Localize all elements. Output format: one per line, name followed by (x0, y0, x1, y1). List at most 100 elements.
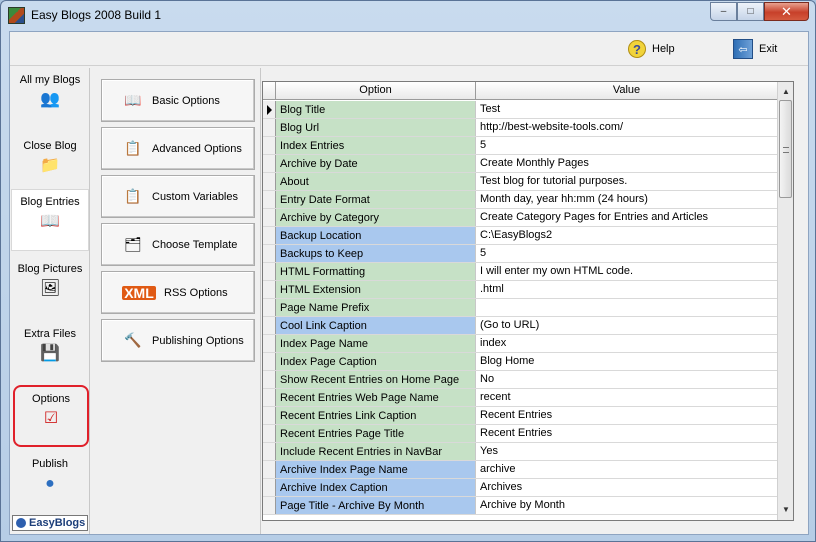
option-cell[interactable]: Include Recent Entries in NavBar (276, 443, 476, 460)
scroll-thumb[interactable] (779, 100, 792, 198)
maximize-button[interactable]: □ (737, 2, 764, 21)
row-indicator[interactable] (263, 119, 276, 136)
basic-options-button[interactable]: 📖 Basic Options (101, 79, 255, 122)
row-indicator[interactable] (263, 353, 276, 370)
table-row[interactable]: Index Page Name index (263, 335, 777, 353)
value-cell[interactable]: Test blog for tutorial purposes. (476, 173, 777, 190)
row-indicator[interactable] (263, 173, 276, 190)
option-cell[interactable]: About (276, 173, 476, 190)
close-button[interactable]: ✕ (764, 2, 809, 21)
option-cell[interactable]: Index Page Caption (276, 353, 476, 370)
table-row[interactable]: Blog Title Test (263, 101, 777, 119)
row-indicator[interactable] (263, 461, 276, 478)
row-indicator[interactable] (263, 281, 276, 298)
row-indicator[interactable] (263, 335, 276, 352)
custom-variables-button[interactable]: 📋 Custom Variables (101, 175, 255, 218)
option-cell[interactable]: Recent Entries Link Caption (276, 407, 476, 424)
row-indicator[interactable] (263, 227, 276, 244)
row-indicator[interactable] (263, 479, 276, 496)
option-cell[interactable]: Cool Link Caption (276, 317, 476, 334)
option-cell[interactable]: Blog Url (276, 119, 476, 136)
table-row[interactable]: Archive Index Caption Archives (263, 479, 777, 497)
row-indicator[interactable] (263, 299, 276, 316)
value-cell[interactable]: I will enter my own HTML code. (476, 263, 777, 280)
value-cell[interactable]: Archive by Month (476, 497, 777, 514)
row-indicator[interactable] (263, 137, 276, 154)
sidebar-item-blog-pictures[interactable]: Blog Pictures 🖼 (11, 257, 89, 319)
table-row[interactable]: Backup Location C:\EasyBlogs2 (263, 227, 777, 245)
value-cell[interactable]: Create Category Pages for Entries and Ar… (476, 209, 777, 226)
table-row[interactable]: Include Recent Entries in NavBar Yes (263, 443, 777, 461)
option-cell[interactable]: Archive Index Caption (276, 479, 476, 496)
sidebar-item-blog-entries[interactable]: Blog Entries 📖 (11, 189, 89, 251)
rss-options-button[interactable]: XML RSS Options (101, 271, 255, 314)
option-cell[interactable]: Archive by Category (276, 209, 476, 226)
choose-template-button[interactable]: 🗂 Choose Template (101, 223, 255, 266)
sidebar-item-options[interactable]: Options ☑ (13, 385, 89, 447)
minimize-button[interactable]: – (710, 2, 737, 21)
value-cell[interactable]: Archives (476, 479, 777, 496)
option-cell[interactable]: Index Entries (276, 137, 476, 154)
sidebar-item-close-blog[interactable]: Close Blog 📁 (11, 134, 89, 196)
option-cell[interactable]: Show Recent Entries on Home Page (276, 371, 476, 388)
table-row[interactable]: HTML Extension .html (263, 281, 777, 299)
option-cell[interactable]: Entry Date Format (276, 191, 476, 208)
table-row[interactable]: Show Recent Entries on Home Page No (263, 371, 777, 389)
table-row[interactable]: Recent Entries Link Caption Recent Entrie… (263, 407, 777, 425)
option-cell[interactable]: Recent Entries Web Page Name (276, 389, 476, 406)
sidebar-item-extra-files[interactable]: Extra Files 💾 (11, 322, 89, 384)
option-cell[interactable]: Page Title - Archive By Month (276, 497, 476, 514)
row-indicator[interactable] (263, 389, 276, 406)
title-bar[interactable]: Easy Blogs 2008 Build 1 – □ ✕ (1, 1, 815, 31)
option-cell[interactable]: Backup Location (276, 227, 476, 244)
row-indicator[interactable] (263, 317, 276, 334)
value-cell[interactable]: Blog Home (476, 353, 777, 370)
row-indicator[interactable] (263, 443, 276, 460)
table-row[interactable]: Backups to Keep 5 (263, 245, 777, 263)
table-row[interactable]: Index Page Caption Blog Home (263, 353, 777, 371)
table-row[interactable]: Recent Entries Page Title Recent Entries (263, 425, 777, 443)
value-cell[interactable]: Month day, year hh:mm (24 hours) (476, 191, 777, 208)
row-indicator[interactable] (263, 209, 276, 226)
table-row[interactable]: Cool Link Caption (Go to URL) (263, 317, 777, 335)
value-cell[interactable]: archive (476, 461, 777, 478)
option-cell[interactable]: Archive by Date (276, 155, 476, 172)
vertical-scrollbar[interactable]: ▲ ▼ (777, 82, 793, 520)
publishing-options-button[interactable]: 🔨 Publishing Options (101, 319, 255, 362)
advanced-options-button[interactable]: 📋 Advanced Options (101, 127, 255, 170)
table-row[interactable]: About Test blog for tutorial purposes. (263, 173, 777, 191)
column-header-option[interactable]: Option (276, 82, 476, 99)
row-indicator[interactable] (263, 425, 276, 442)
value-cell[interactable]: http://best-website-tools.com/ (476, 119, 777, 136)
exit-button[interactable]: ⇦ Exit (733, 36, 777, 62)
value-cell[interactable]: Recent Entries (476, 407, 777, 424)
option-cell[interactable]: HTML Formatting (276, 263, 476, 280)
option-cell[interactable]: Page Name Prefix (276, 299, 476, 316)
table-row[interactable]: Entry Date Format Month day, year hh:mm (… (263, 191, 777, 209)
row-indicator[interactable] (263, 497, 276, 514)
value-cell[interactable]: Test (476, 101, 777, 118)
table-row[interactable]: Page Name Prefix (263, 299, 777, 317)
row-indicator[interactable] (263, 407, 276, 424)
value-cell[interactable]: 5 (476, 137, 777, 154)
row-indicator[interactable] (263, 371, 276, 388)
table-row[interactable]: Recent Entries Web Page Name recent (263, 389, 777, 407)
column-header-value[interactable]: Value (476, 82, 777, 99)
value-cell[interactable]: C:\EasyBlogs2 (476, 227, 777, 244)
table-row[interactable]: Archive Index Page Name archive (263, 461, 777, 479)
value-cell[interactable]: (Go to URL) (476, 317, 777, 334)
option-cell[interactable]: Recent Entries Page Title (276, 425, 476, 442)
option-cell[interactable]: Backups to Keep (276, 245, 476, 262)
value-cell[interactable]: No (476, 371, 777, 388)
table-row[interactable]: Archive by Category Create Category Pages… (263, 209, 777, 227)
row-indicator[interactable] (263, 191, 276, 208)
table-row[interactable]: Archive by Date Create Monthly Pages (263, 155, 777, 173)
table-row[interactable]: Page Title - Archive By Month Archive by … (263, 497, 777, 515)
sidebar-item-all-my-blogs[interactable]: All my Blogs 👥 (11, 68, 89, 130)
scroll-down-arrow-icon[interactable]: ▼ (778, 502, 794, 518)
option-cell[interactable]: HTML Extension (276, 281, 476, 298)
value-cell[interactable] (476, 299, 777, 316)
value-cell[interactable]: Recent Entries (476, 425, 777, 442)
value-cell[interactable]: Yes (476, 443, 777, 460)
table-row[interactable]: HTML Formatting I will enter my own HTML … (263, 263, 777, 281)
